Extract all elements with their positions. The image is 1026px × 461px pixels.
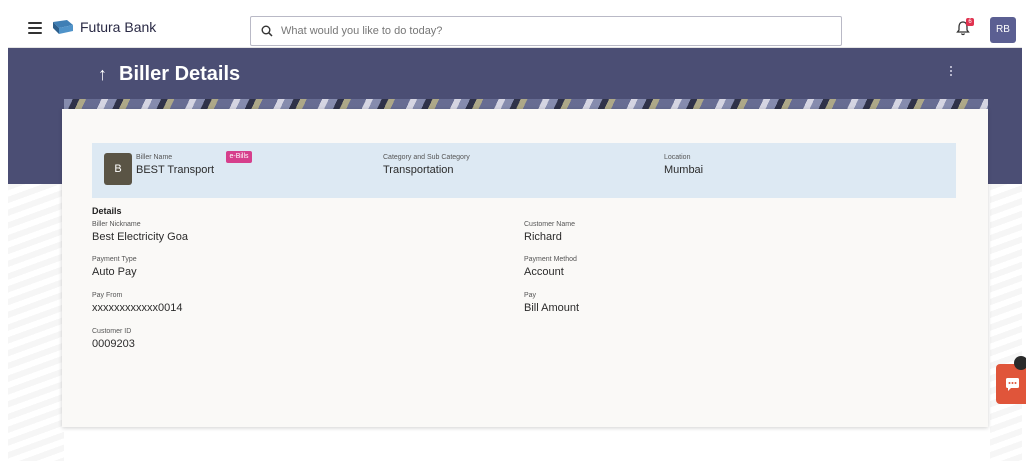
customer-name-label: Customer Name	[524, 221, 575, 228]
decorative-banner-pattern	[64, 99, 988, 109]
page-title-bar: ↑ Biller Details	[64, 48, 988, 100]
chat-button[interactable]	[996, 364, 1026, 404]
biller-summary-strip	[92, 143, 956, 198]
biller-nickname-value: Best Electricity Goa	[92, 231, 188, 243]
details-heading: Details	[92, 206, 122, 216]
brand-name: Futura Bank	[80, 19, 157, 35]
search-input[interactable]	[281, 25, 821, 37]
pay-value: Bill Amount	[524, 302, 580, 314]
search-bar[interactable]	[250, 16, 842, 46]
chat-icon	[1006, 378, 1019, 391]
biller-name-label: Biller Name	[136, 154, 173, 161]
bank-logo-icon	[53, 20, 73, 34]
payment-method-value: Account	[524, 266, 564, 278]
pay-from-value: xxxxxxxxxxxx0014	[92, 302, 183, 314]
pay-label: Pay	[524, 292, 537, 299]
customer-name-value: Richard	[524, 231, 562, 243]
brand[interactable]: Futura Bank	[52, 19, 156, 35]
payment-method-label: Payment Method	[524, 256, 577, 263]
menu-icon[interactable]	[28, 22, 42, 34]
back-arrow-icon[interactable]: ↑	[98, 64, 107, 85]
notification-bell[interactable]: 6	[956, 18, 974, 38]
location-value: Mumbai	[664, 164, 704, 176]
top-bar: Futura Bank 6 RB	[8, 8, 1022, 48]
more-options-icon[interactable]	[948, 66, 954, 80]
category-label: Category and Sub Category	[383, 154, 470, 161]
page-title: Biller Details	[119, 62, 241, 85]
notification-badge: 6	[966, 18, 974, 26]
payment-type-label: Payment Type	[92, 256, 137, 263]
location-label: Location	[664, 154, 691, 161]
pay-from-label: Pay From	[92, 292, 123, 299]
chat-indicator	[1014, 356, 1026, 370]
ebills-badge: e-Bills	[226, 151, 252, 163]
biller-name-value: BEST Transport	[136, 164, 215, 176]
customer-id-label: Customer ID	[92, 328, 132, 335]
user-avatar[interactable]: RB	[990, 17, 1016, 43]
search-icon	[261, 25, 273, 37]
payment-type-value: Auto Pay	[92, 266, 137, 278]
background-pattern-left	[8, 184, 64, 461]
background-pattern-right	[990, 184, 1022, 461]
biller-avatar: B	[104, 153, 132, 185]
biller-nickname-label: Biller Nickname	[92, 221, 141, 228]
category-value: Transportation	[383, 164, 454, 176]
customer-id-value: 0009203	[92, 338, 135, 350]
